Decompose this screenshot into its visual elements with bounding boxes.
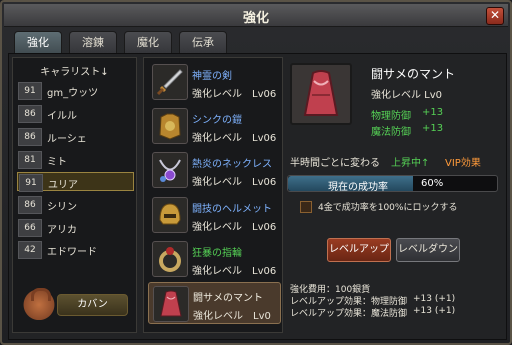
lock-rate-label: 4金で成功率を100%にロックする	[318, 203, 458, 213]
effect-value: +13 (+1)	[413, 306, 456, 316]
item-level: 強化レベル Lv06	[192, 266, 277, 277]
vip-effect-link[interactable]: VIP効果	[445, 154, 481, 169]
character-name: エドワード	[47, 247, 97, 258]
sword-icon	[152, 64, 188, 100]
character-row[interactable]: 86 シリン	[17, 195, 134, 214]
rising-indicator: 上昇中↑	[391, 158, 430, 169]
tab-enchant[interactable]: 魔化	[124, 31, 172, 53]
level-badge: 86	[18, 128, 42, 146]
success-rate-bar: 現在の成功率 60%	[287, 175, 498, 193]
bag-button[interactable]: カバン	[57, 294, 128, 316]
effect-value: +13 (+1)	[413, 294, 456, 304]
item-name: 熱炎のネックレス	[192, 159, 272, 170]
level-up-button[interactable]: レベルアップ	[327, 238, 391, 262]
selected-item-name: 闘サメのマント	[371, 67, 456, 81]
item-row-selected[interactable]: 闘サメのマント 強化レベル Lv0	[148, 282, 281, 324]
character-row[interactable]: 81 ミト	[17, 150, 134, 169]
tab-enhance[interactable]: 強化	[14, 31, 62, 55]
effect-label: レベルアップ効果：魔法防御	[290, 309, 408, 319]
character-name: ルーシェ	[47, 134, 87, 145]
level-badge: 86	[18, 196, 42, 214]
item-level: 強化レベル Lv0	[193, 311, 271, 322]
stat-value: +13	[422, 123, 444, 134]
item-level: 強化レベル Lv06	[192, 89, 277, 100]
cloak-icon	[153, 286, 189, 322]
level-badge: 91	[18, 82, 42, 100]
tab-inherit[interactable]: 伝承	[179, 31, 227, 53]
success-rate-value: 60%	[421, 178, 444, 189]
item-level: 強化レベル Lv06	[192, 133, 277, 144]
stat-label: 魔法防御	[371, 127, 411, 138]
character-name: ユリア	[48, 180, 78, 191]
item-row[interactable]: 闘技のヘルメット 強化レベル Lv06	[148, 194, 281, 236]
item-row[interactable]: 狂暴の指輪 強化レベル Lv06	[148, 238, 281, 280]
ring-icon	[152, 241, 188, 277]
character-name: gm_ウッツ	[47, 88, 99, 99]
level-down-button[interactable]: レベルダウン	[396, 238, 460, 262]
item-name: 闘サメのマント	[193, 293, 263, 304]
window-title: 強化	[242, 11, 269, 26]
item-level: 強化レベル Lv06	[192, 177, 277, 188]
character-row[interactable]: 86 ルーシェ	[17, 127, 134, 146]
character-row[interactable]: 66 アリカ	[17, 218, 134, 237]
item-level: 強化レベル Lv06	[192, 222, 277, 233]
level-badge: 66	[18, 219, 42, 237]
item-row[interactable]: 神霊の剣 強化レベル Lv06	[148, 61, 281, 103]
detail-panel: 闘サメのマント 強化レベル Lv0 物理防御 +13 魔法防御 +13 半時間ご…	[285, 57, 501, 331]
item-name: 闘技のヘルメット	[192, 204, 272, 215]
character-row[interactable]: 91 gm_ウッツ	[17, 81, 134, 100]
lock-rate-checkbox[interactable]	[300, 201, 312, 213]
tab-smelt[interactable]: 溶錬	[69, 31, 117, 53]
character-name: アリカ	[47, 225, 77, 236]
item-row[interactable]: シンクの鎧 強化レベル Lv06	[148, 105, 281, 147]
character-row[interactable]: 42 エドワード	[17, 240, 134, 259]
necklace-icon	[152, 152, 188, 188]
title-bar[interactable]: 強化 ✕	[4, 4, 508, 27]
item-name: 神霊の剣	[192, 71, 232, 82]
stat-label: 物理防御	[371, 111, 411, 122]
cloak-icon	[290, 63, 352, 125]
level-badge: 42	[18, 241, 42, 259]
level-badge: 81	[18, 151, 42, 169]
armor-icon	[152, 108, 188, 144]
success-rate-label: 現在の成功率	[328, 182, 388, 193]
selected-item-level: 強化レベル Lv0	[371, 90, 443, 101]
close-button[interactable]: ✕	[486, 7, 504, 25]
item-name: シンクの鎧	[192, 115, 242, 126]
stat-value: +13	[422, 107, 444, 118]
helmet-icon	[152, 197, 188, 233]
character-name: イルル	[47, 111, 77, 122]
character-name: ミト	[47, 157, 67, 168]
item-name: 狂暴の指輪	[192, 248, 242, 259]
level-badge: 91	[19, 174, 43, 192]
character-list-header: キャラリスト↓	[40, 67, 109, 78]
character-name: シリン	[47, 202, 77, 213]
bag-icon[interactable]	[22, 286, 56, 320]
item-list: 神霊の剣 強化レベル Lv06 シンクの鎧 強化レベル Lv06 熱炎のネックレ…	[143, 57, 283, 333]
character-row[interactable]: 86 イルル	[17, 104, 134, 123]
half-hour-text: 半時間ごとに変わる	[290, 158, 380, 169]
level-badge: 86	[18, 105, 42, 123]
character-row-selected[interactable]: 91 ユリア	[17, 172, 134, 192]
item-row[interactable]: 熱炎のネックレス 強化レベル Lv06	[148, 149, 281, 191]
